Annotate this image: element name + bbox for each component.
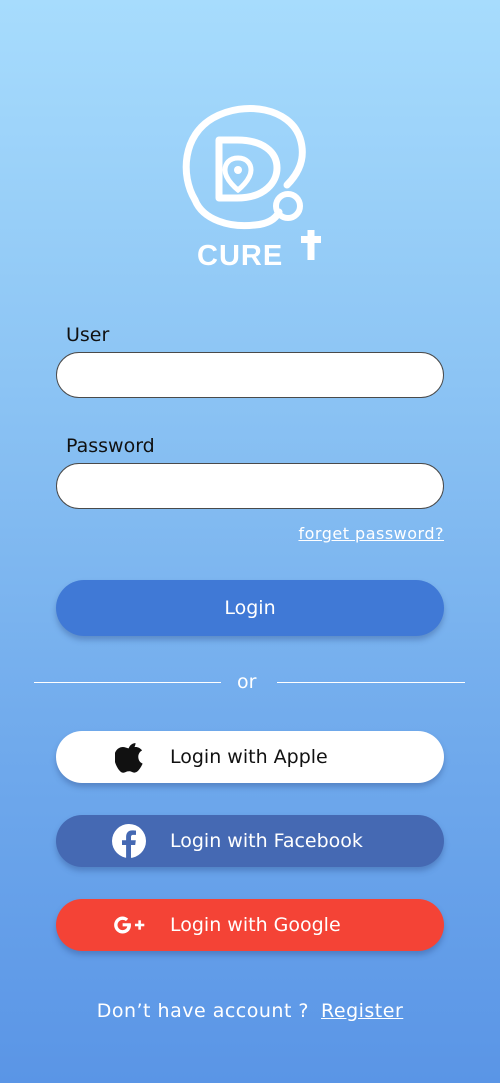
user-input[interactable]	[56, 352, 444, 398]
divider-text: or	[237, 671, 257, 693]
facebook-icon	[112, 824, 146, 858]
divider-line-right	[277, 682, 465, 683]
forgot-password-link[interactable]: forget password?	[298, 524, 444, 543]
apple-icon	[112, 740, 146, 774]
password-label: Password	[66, 435, 155, 457]
login-button[interactable]: Login	[56, 580, 444, 636]
divider-line-left	[34, 682, 221, 683]
login-with-apple-label: Login with Apple	[170, 746, 328, 768]
login-button-label: Login	[224, 597, 276, 619]
user-label: User	[66, 324, 110, 346]
password-input[interactable]	[56, 463, 444, 509]
login-with-apple-button[interactable]: Login with Apple	[56, 731, 444, 783]
register-prompt-text: Don’t have account ?	[96, 1000, 310, 1022]
register-prompt: Don’t have account ? Register	[0, 1000, 500, 1022]
login-with-facebook-button[interactable]: Login with Facebook	[56, 815, 444, 867]
login-with-google-button[interactable]: Login with Google	[56, 899, 444, 951]
login-with-facebook-label: Login with Facebook	[170, 830, 363, 852]
logo-text: CURE	[197, 240, 284, 272]
login-with-google-label: Login with Google	[170, 914, 341, 936]
register-link[interactable]: Register	[321, 1000, 403, 1022]
google-plus-icon	[112, 908, 146, 942]
